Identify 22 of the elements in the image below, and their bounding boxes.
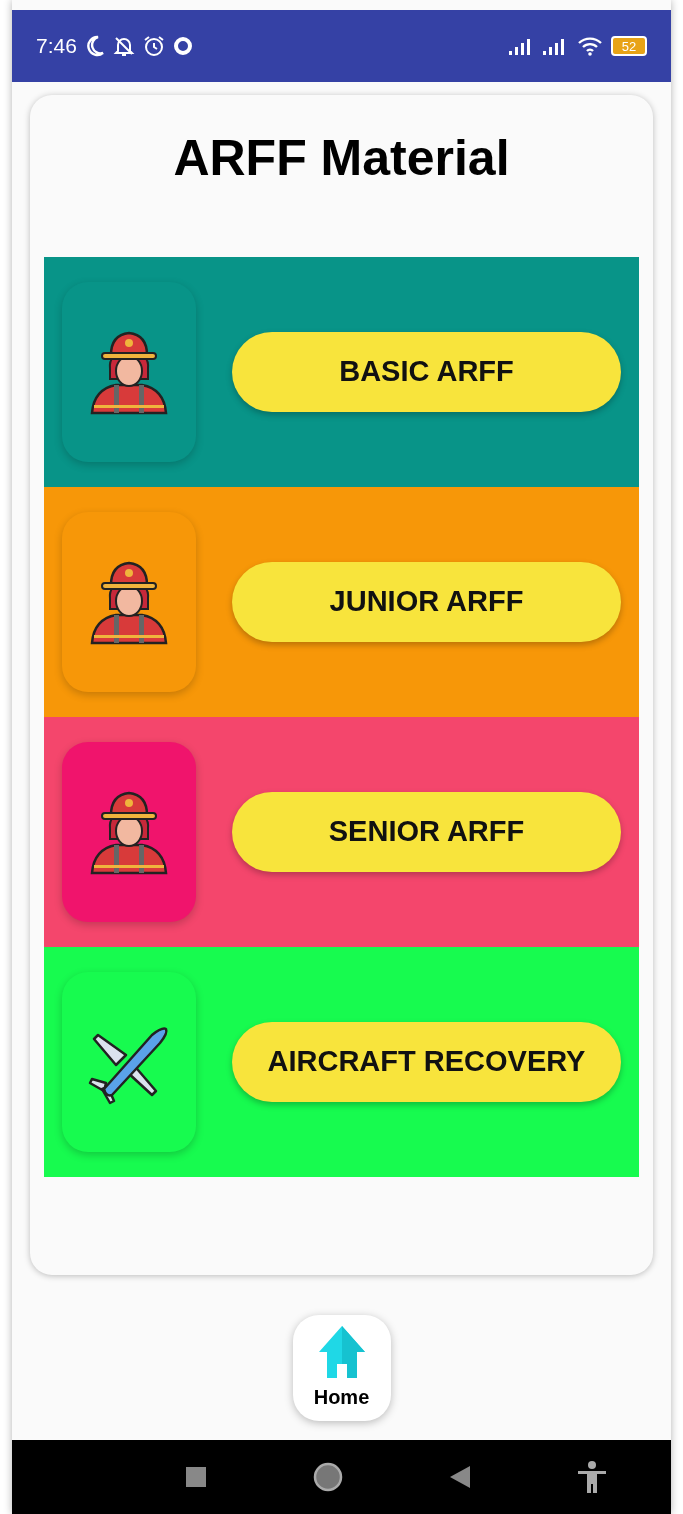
icon-tile[interactable] <box>62 972 196 1152</box>
wifi-icon <box>577 36 603 56</box>
category-button[interactable]: SENIOR ARFF <box>232 792 621 872</box>
accessibility-icon[interactable] <box>577 1461 608 1493</box>
back-button[interactable] <box>450 1466 471 1488</box>
status-time: 7:46 <box>36 33 77 60</box>
category-button[interactable]: AIRCRAFT RECOVERY <box>232 1022 621 1102</box>
recents-button[interactable] <box>185 1467 206 1487</box>
icon-tile[interactable] <box>62 282 196 462</box>
ring-icon <box>172 36 193 56</box>
icon-tile[interactable] <box>62 512 196 692</box>
page-title: ARFF Material <box>172 129 511 188</box>
home-tab[interactable]: Home <box>292 1315 391 1421</box>
battery-level: 52 <box>621 39 637 53</box>
home-button[interactable] <box>312 1462 343 1492</box>
category-button[interactable]: JUNIOR ARFF <box>232 562 621 642</box>
house-icon <box>316 1324 367 1380</box>
moon-icon <box>84 35 105 57</box>
bell-off-icon <box>112 35 135 57</box>
alarm-icon <box>142 35 165 57</box>
icon-tile[interactable] <box>62 742 196 922</box>
category-button[interactable]: BASIC ARFF <box>232 332 621 412</box>
